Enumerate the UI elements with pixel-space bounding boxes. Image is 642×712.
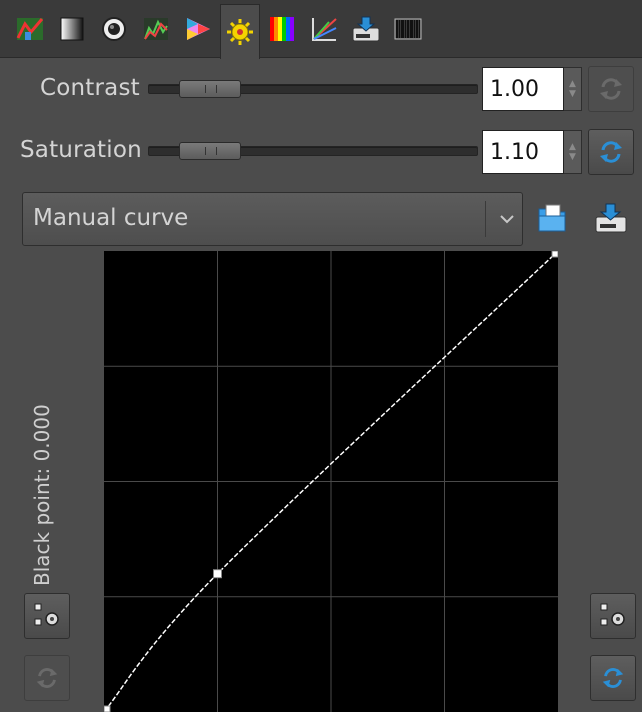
saturation-spinner[interactable]: ▲ ▼: [564, 130, 582, 174]
tab-rgb-curves[interactable]: [304, 4, 344, 54]
folder-open-icon: [538, 204, 566, 232]
black-point-label: Black point: 0.000: [30, 404, 54, 586]
tab-color-management[interactable]: [262, 4, 302, 54]
curve-editor[interactable]: [103, 250, 559, 712]
contrast-spinner[interactable]: ▲ ▼: [564, 67, 582, 111]
save-to-disk-icon: [595, 203, 627, 233]
curve-type-selected: Manual curve: [33, 205, 189, 231]
curve-control-point[interactable]: [213, 569, 222, 579]
curve-control-point[interactable]: [103, 705, 111, 712]
color-triangle-icon: [187, 18, 210, 40]
tab-advanced[interactable]: [220, 4, 260, 59]
chevron-down-icon: [500, 215, 514, 224]
rgb-curves-icon: [312, 18, 337, 41]
tab-tone-curve[interactable]: [10, 4, 50, 54]
curve-grid: [104, 251, 558, 712]
contrast-slider-handle[interactable]: [178, 80, 241, 98]
curve-edit-point-button[interactable]: [24, 593, 70, 639]
saturation-value-field[interactable]: 1.10: [482, 130, 564, 174]
saturation-reset-button[interactable]: [588, 129, 634, 175]
curve-control-point[interactable]: [551, 250, 559, 258]
gradient-icon: [60, 17, 84, 41]
saturation-slider-handle[interactable]: [178, 142, 241, 160]
dropdown-separator: [485, 201, 486, 237]
tab-save[interactable]: [346, 4, 386, 54]
tab-histogram[interactable]: [136, 4, 176, 54]
curve-type-dropdown[interactable]: Manual curve: [22, 192, 523, 246]
curve-reset-right-button[interactable]: [590, 655, 636, 701]
edit-points-gear-icon: [600, 603, 625, 626]
reset-icon: [602, 668, 624, 688]
barcode-icon: [394, 18, 422, 40]
tool-tabs: [0, 0, 642, 59]
tab-lens[interactable]: [94, 4, 134, 54]
tab-exposure[interactable]: [52, 4, 92, 54]
tone-curve-icon: [16, 18, 44, 40]
save-to-disk-icon: [352, 16, 380, 42]
sun-gear-icon: [227, 19, 253, 45]
chevron-down-icon[interactable]: ▼: [569, 152, 576, 162]
contrast-reset-button[interactable]: [588, 66, 634, 112]
histogram-icon: [144, 18, 168, 40]
reset-icon: [36, 668, 58, 688]
save-curve-button[interactable]: [588, 195, 634, 241]
chevron-up-icon[interactable]: ▲: [569, 142, 576, 152]
contrast-value-field[interactable]: 1.00: [482, 67, 564, 111]
rainbow-icon: [270, 17, 294, 41]
curve-reset-left-button[interactable]: [24, 655, 70, 701]
reset-icon: [600, 141, 622, 163]
curve-plot[interactable]: [103, 250, 559, 712]
chevron-up-icon[interactable]: ▲: [569, 79, 576, 89]
tab-color[interactable]: [178, 4, 218, 54]
tab-metadata[interactable]: [388, 4, 428, 54]
open-curve-button[interactable]: [530, 195, 576, 241]
edit-points-gear-icon: [34, 603, 59, 626]
curve-edit-point-right-button[interactable]: [590, 593, 636, 639]
reset-icon: [600, 78, 622, 100]
chevron-down-icon[interactable]: ▼: [569, 89, 576, 99]
saturation-label: Saturation: [20, 137, 142, 163]
contrast-label: Contrast: [40, 75, 140, 101]
lens-icon: [102, 17, 126, 41]
